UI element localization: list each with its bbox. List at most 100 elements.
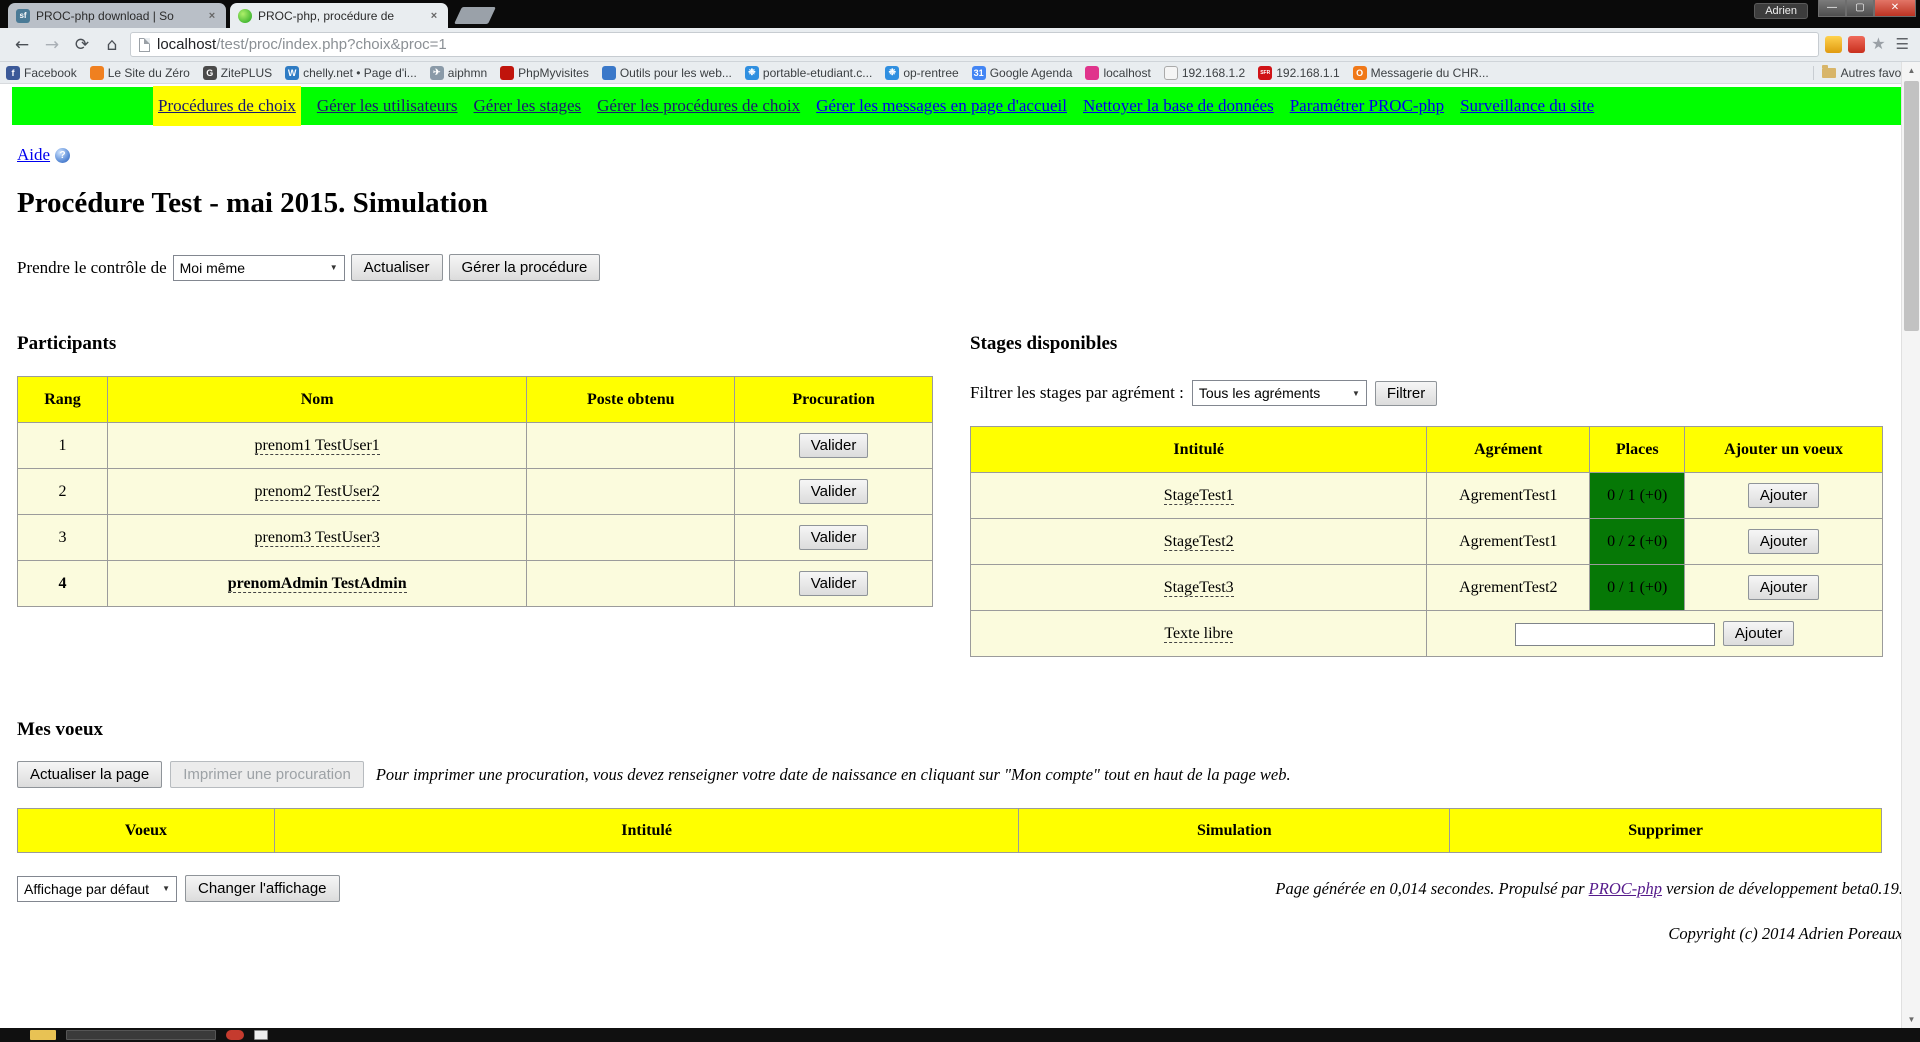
window-maximize-button[interactable]: ▢: [1846, 0, 1874, 17]
new-tab-button[interactable]: [454, 7, 496, 24]
filter-button[interactable]: Filtrer: [1375, 381, 1437, 406]
taskbar-app-icon[interactable]: [254, 1030, 268, 1040]
browser-toolbar: ← → ⟳ ⌂ localhost/test/proc/index.php?ch…: [0, 28, 1920, 62]
bookmark-item[interactable]: fFacebook: [6, 66, 77, 80]
bookmark-item[interactable]: 31Google Agenda: [972, 66, 1073, 80]
ajouter-button[interactable]: Ajouter: [1748, 529, 1820, 554]
taskbar-window-icon[interactable]: [66, 1030, 216, 1040]
bookmark-star-icon[interactable]: ★: [1871, 37, 1885, 53]
browser-tab-active[interactable]: PROC-php, procédure de ×: [230, 3, 448, 28]
profile-badge[interactable]: Adrien: [1754, 3, 1808, 19]
stages-heading: Stages disponibles: [970, 333, 1903, 355]
column-header: Simulation: [1019, 809, 1450, 853]
forward-icon[interactable]: →: [40, 33, 64, 57]
bookmark-favicon-icon: [500, 66, 514, 80]
refresh-page-button[interactable]: Actualiser la page: [17, 761, 162, 788]
vertical-scrollbar[interactable]: ▲ ▼: [1901, 62, 1920, 1028]
window-close-button[interactable]: ✕: [1874, 0, 1916, 17]
participants-heading: Participants: [17, 333, 933, 355]
browser-menu-icon[interactable]: ☰: [1896, 35, 1910, 54]
home-icon[interactable]: ⌂: [100, 33, 124, 57]
ajouter-button[interactable]: Ajouter: [1723, 621, 1795, 646]
valider-button[interactable]: Valider: [799, 525, 869, 550]
bookmark-item[interactable]: ❉portable-etudiant.c...: [745, 66, 872, 80]
refresh-button[interactable]: Actualiser: [351, 254, 443, 281]
bookmark-item[interactable]: 192.168.1.2: [1164, 66, 1245, 80]
extension-icon[interactable]: [1848, 36, 1865, 53]
bookmark-favicon-icon: 31: [972, 66, 986, 80]
proc-php-link[interactable]: PROC-php: [1589, 879, 1662, 898]
agrement-filter-select[interactable]: Tous les agréments ▼: [1192, 380, 1367, 406]
bookmark-item[interactable]: Outils pour les web...: [602, 66, 732, 80]
nav-item[interactable]: Nettoyer la base de données: [1083, 96, 1274, 116]
url-text: localhost/test/proc/index.php?choix&proc…: [157, 36, 447, 53]
tab-close-icon[interactable]: ×: [428, 10, 440, 22]
display-mode-select[interactable]: Affichage par défaut ▼: [17, 876, 177, 902]
bookmark-item[interactable]: ❉op-rentree: [885, 66, 958, 80]
participant-name-link[interactable]: prenomAdmin TestAdmin: [228, 575, 407, 593]
ajouter-button[interactable]: Ajouter: [1748, 575, 1820, 600]
url-host: localhost: [157, 36, 216, 53]
bookmark-favicon-icon: W: [285, 66, 299, 80]
free-text-link[interactable]: Texte libre: [1164, 625, 1233, 643]
stage-title-link[interactable]: StageTest1: [1164, 487, 1234, 505]
take-control-select[interactable]: Moi même ▼: [173, 255, 345, 281]
stage-title-link[interactable]: StageTest3: [1164, 579, 1234, 597]
stage-row: StageTest3AgrementTest20 / 1 (+0)Ajouter: [971, 565, 1883, 611]
column-header: Places: [1590, 427, 1685, 473]
scroll-down-icon[interactable]: ▼: [1902, 1011, 1920, 1028]
help-link[interactable]: Aide: [17, 145, 50, 165]
bookmark-item[interactable]: PhpMyvisites: [500, 66, 589, 80]
participant-name-link[interactable]: prenom1 TestUser1: [255, 437, 380, 455]
valider-button[interactable]: Valider: [799, 433, 869, 458]
stage-row: StageTest1AgrementTest10 / 1 (+0)Ajouter: [971, 473, 1883, 519]
bookmark-item[interactable]: GZitePLUS: [203, 66, 272, 80]
table-header-row: VoeuxIntituléSimulationSupprimer: [18, 809, 1882, 853]
free-text-label-cell: Texte libre: [971, 611, 1427, 657]
bookmark-favicon-icon: [90, 66, 104, 80]
bookmark-item[interactable]: SFR192.168.1.1: [1258, 66, 1339, 80]
nav-item[interactable]: Paramétrer PROC-php: [1290, 96, 1444, 116]
nav-item[interactable]: Surveillance du site: [1460, 96, 1594, 116]
participant-action-cell: Valider: [735, 515, 933, 561]
window-minimize-button[interactable]: —: [1818, 0, 1846, 17]
stage-title-link[interactable]: StageTest2: [1164, 533, 1234, 551]
participant-name-link[interactable]: prenom2 TestUser2: [255, 483, 380, 501]
tab-close-icon[interactable]: ×: [206, 10, 218, 22]
reload-icon[interactable]: ⟳: [70, 33, 94, 57]
taskbar-folder-icon[interactable]: [30, 1030, 56, 1040]
nav-item[interactable]: Procédures de choix: [153, 86, 301, 126]
browser-tab-inactive[interactable]: sf PROC-php download | So ×: [8, 3, 226, 28]
participant-row: 1prenom1 TestUser1Valider: [18, 423, 933, 469]
ajouter-button[interactable]: Ajouter: [1748, 483, 1820, 508]
participant-name-cell: prenom2 TestUser2: [107, 469, 526, 515]
bookmark-item[interactable]: OMessagerie du CHR...: [1353, 66, 1489, 80]
nav-item[interactable]: Gérer les stages: [474, 96, 582, 116]
free-text-input[interactable]: [1515, 623, 1715, 646]
extension-icon[interactable]: [1825, 36, 1842, 53]
other-bookmarks-button[interactable]: Autres favoris: [1813, 66, 1914, 80]
bookmark-item[interactable]: Le Site du Zéro: [90, 66, 190, 80]
back-icon[interactable]: ←: [10, 33, 34, 57]
scrollbar-thumb[interactable]: [1904, 81, 1919, 331]
valider-button[interactable]: Valider: [799, 479, 869, 504]
nav-item[interactable]: Gérer les procédures de choix: [597, 96, 800, 116]
bookmark-item[interactable]: localhost: [1085, 66, 1150, 80]
stage-agrement: AgrementTest1: [1427, 473, 1590, 519]
scroll-up-icon[interactable]: ▲: [1902, 62, 1920, 79]
column-header: Procuration: [735, 377, 933, 423]
manage-procedure-button[interactable]: Gérer la procédure: [449, 254, 601, 281]
bookmark-label: 192.168.1.2: [1182, 66, 1245, 80]
participant-name-link[interactable]: prenom3 TestUser3: [255, 529, 380, 547]
bookmark-item[interactable]: Wchelly.net • Page d'i...: [285, 66, 417, 80]
address-bar[interactable]: localhost/test/proc/index.php?choix&proc…: [130, 32, 1819, 57]
taskbar-app-icon[interactable]: [226, 1030, 244, 1040]
change-display-button[interactable]: Changer l'affichage: [185, 875, 340, 902]
table-header-row: IntituléAgrémentPlacesAjouter un voeux: [971, 427, 1883, 473]
stage-action-cell: Ajouter: [1685, 473, 1883, 519]
nav-item[interactable]: Gérer les messages en page d'accueil: [816, 96, 1067, 116]
nav-item[interactable]: Gérer les utilisateurs: [317, 96, 458, 116]
valider-button[interactable]: Valider: [799, 571, 869, 596]
bookmark-item[interactable]: ✈aiphmn: [430, 66, 487, 80]
column-header: Nom: [107, 377, 526, 423]
